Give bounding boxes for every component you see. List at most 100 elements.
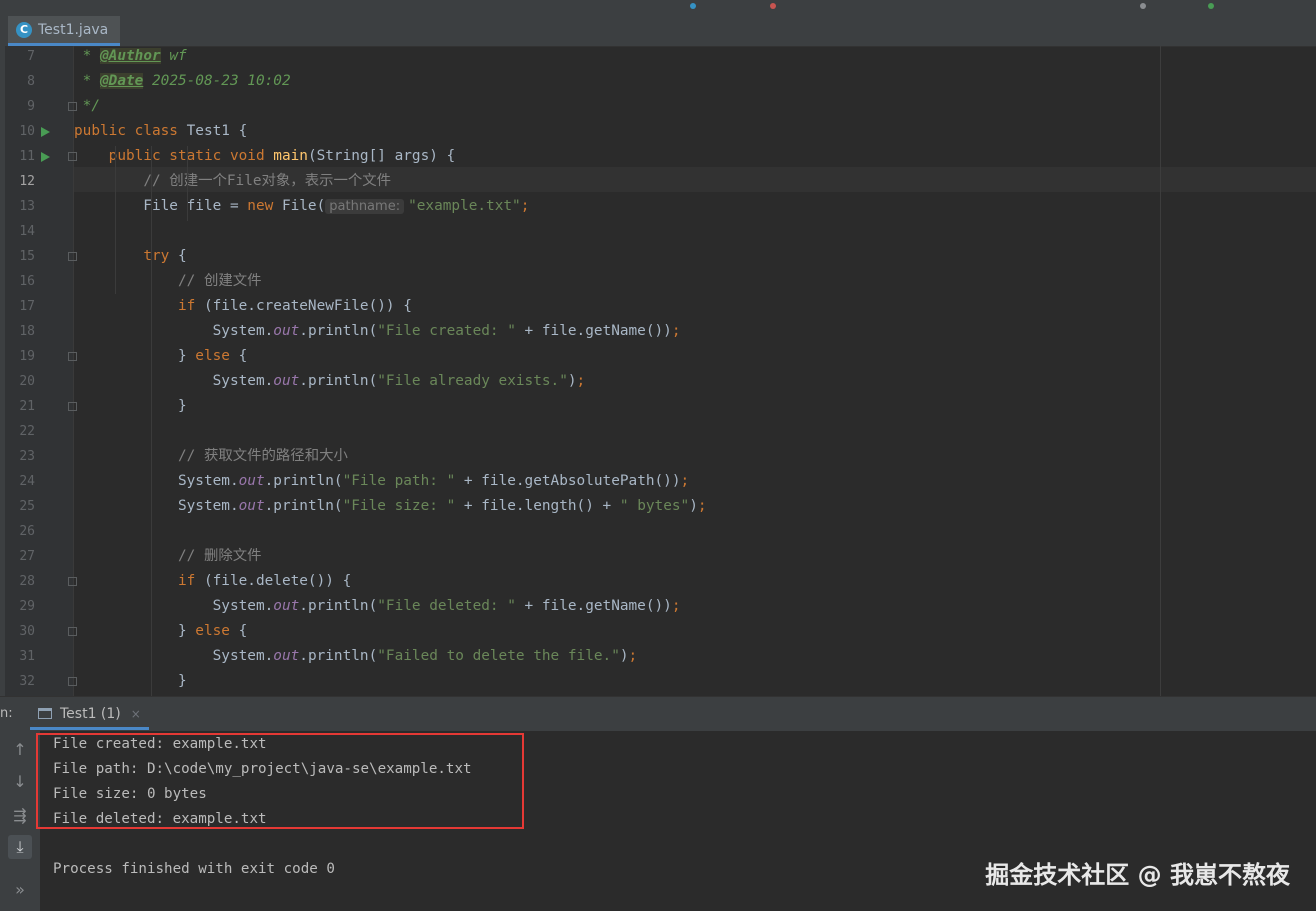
code-token: new xyxy=(247,198,282,214)
code-token: ; xyxy=(697,498,707,514)
code-token: try xyxy=(143,248,178,264)
code-token: { xyxy=(238,623,248,639)
code-token: } xyxy=(74,673,187,689)
line-number: 27 xyxy=(19,549,35,564)
code-token: @Date xyxy=(100,73,144,89)
line-number: 18 xyxy=(19,324,35,339)
line-number: 25 xyxy=(19,499,35,514)
indent-guide xyxy=(151,146,152,696)
code-line: if (file.delete()) { xyxy=(74,569,351,594)
code-line: // 删除文件 xyxy=(74,544,262,569)
line-number: 29 xyxy=(19,599,35,614)
code-token: .println( xyxy=(299,323,378,339)
code-token: ; xyxy=(520,198,530,214)
code-token: ; xyxy=(671,598,681,614)
code-token: + file.getName()) xyxy=(515,598,672,614)
code-editor[interactable]: * @Author wf * @Date 2025-08-23 10:02 */… xyxy=(74,46,1316,696)
line-number: 7 xyxy=(27,49,35,64)
code-line: System.out.println("File path: " + file.… xyxy=(74,469,689,494)
code-token: { xyxy=(177,248,187,264)
code-line: File file = new File(pathname: "example.t… xyxy=(74,194,529,219)
code-token: ; xyxy=(576,373,586,389)
code-token: out xyxy=(273,598,300,614)
code-token: wf xyxy=(160,48,187,64)
code-token: // 删除文件 xyxy=(177,548,262,564)
breadcrumb-method-icon xyxy=(770,3,776,9)
code-token: System. xyxy=(74,473,239,489)
line-number: 28 xyxy=(19,574,35,589)
code-token: public static void xyxy=(108,148,274,164)
code-token: { xyxy=(238,348,248,364)
code-token: out xyxy=(238,473,265,489)
close-icon[interactable]: × xyxy=(131,707,141,721)
code-token: (file.createNewFile()) { xyxy=(203,298,412,314)
code-token: // 创建文件 xyxy=(177,273,262,289)
more-icon[interactable]: » xyxy=(8,877,32,901)
code-token: * xyxy=(74,48,100,64)
code-token: if xyxy=(177,573,204,589)
line-number-gutter: 7 8 9 10 11 12 13 14 15 16 17 18 19 20 21 22 23 24 25 26 27 2… xyxy=(5,46,77,696)
line-number: 30 xyxy=(19,624,35,639)
editor-tab-test1[interactable]: C Test1.java xyxy=(8,16,121,46)
code-token: "File deleted: " xyxy=(377,598,516,614)
code-token: out xyxy=(238,498,265,514)
code-token: (String[] args) { xyxy=(307,148,456,164)
scroll-up-icon[interactable]: ↑ xyxy=(8,737,32,761)
breadcrumb-class-icon xyxy=(690,3,696,9)
toolbar-icon[interactable] xyxy=(1140,3,1146,9)
code-token: } xyxy=(74,623,196,639)
code-token: + file.getAbsolutePath()) xyxy=(455,473,681,489)
code-token: ; xyxy=(671,323,681,339)
code-token: "Failed to delete the file." xyxy=(377,648,620,664)
code-token: if xyxy=(177,298,204,314)
run-gutter-icon[interactable] xyxy=(41,152,50,162)
right-margin-guide xyxy=(1160,46,1161,696)
run-tab-label: Test1 (1) xyxy=(60,705,121,722)
run-tab-test1[interactable]: Test1 (1) × xyxy=(30,700,149,730)
run-toolbar: ↑ ↓ ⇶ ⤓ » xyxy=(0,731,40,911)
code-token: out xyxy=(273,373,300,389)
code-token: else xyxy=(195,348,239,364)
code-token: "example.txt" xyxy=(408,198,521,214)
scroll-down-icon[interactable]: ↓ xyxy=(8,769,32,793)
code-token: // 创建一个File对象，表示一个文件 xyxy=(143,173,392,189)
line-number: 32 xyxy=(19,674,35,689)
code-token: " bytes" xyxy=(619,498,690,514)
line-number: 21 xyxy=(19,399,35,414)
code-token: + file.getName()) xyxy=(515,323,672,339)
code-token: */ xyxy=(74,98,100,114)
code-token: // 获取文件的路径和大小 xyxy=(177,448,348,464)
code-token: .println( xyxy=(264,498,343,514)
code-token: "File size: " xyxy=(342,498,456,514)
code-token: System. xyxy=(74,648,274,664)
line-number: 14 xyxy=(19,224,35,239)
code-token: .println( xyxy=(299,648,378,664)
code-token: .println( xyxy=(299,598,378,614)
soft-wrap-icon[interactable]: ⇶ xyxy=(8,803,32,827)
line-number: 12 xyxy=(19,174,35,189)
vcs-icon[interactable] xyxy=(1208,3,1214,9)
line-number: 23 xyxy=(19,449,35,464)
code-line: // 获取文件的路径和大小 xyxy=(74,444,348,469)
code-line: System.out.println("Failed to delete the… xyxy=(74,644,638,669)
scroll-to-end-icon[interactable]: ⤓ xyxy=(8,835,32,859)
code-token: File file = xyxy=(74,198,248,214)
parameter-hint: pathname: xyxy=(325,199,405,214)
code-token: main xyxy=(273,148,308,164)
editor-tab-label: Test1.java xyxy=(38,21,109,38)
indent-guide xyxy=(187,146,188,221)
watermark: 掘金技术社区 @ 我崽不熬夜 xyxy=(985,861,1290,889)
run-gutter-icon[interactable] xyxy=(41,127,50,137)
code-line: } else { xyxy=(74,619,247,644)
java-class-icon: C xyxy=(16,21,32,38)
code-token: } xyxy=(74,398,187,414)
line-number: 22 xyxy=(19,424,35,439)
code-line: System.out.println("File deleted: " + fi… xyxy=(74,594,681,619)
output-highlight-box xyxy=(36,733,524,829)
code-line: */ xyxy=(74,94,100,119)
